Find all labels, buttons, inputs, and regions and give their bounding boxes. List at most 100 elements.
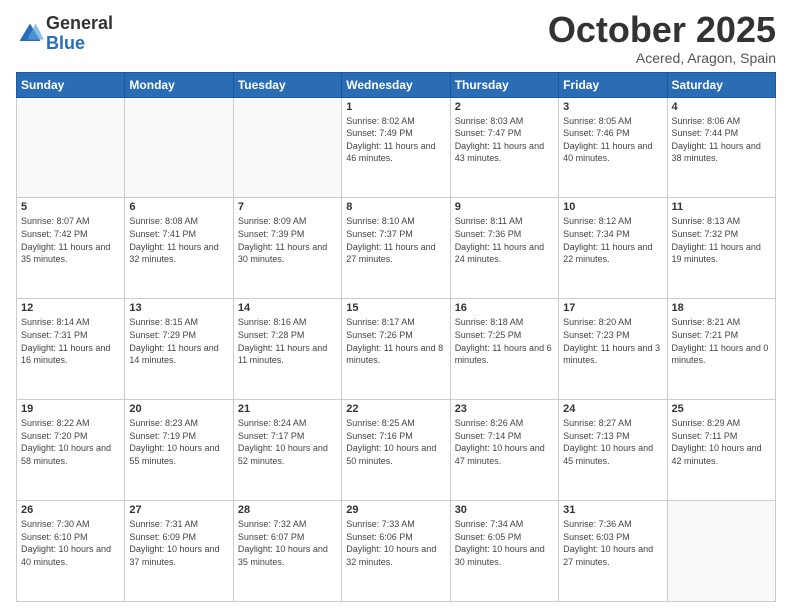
logo-general-text: General — [46, 14, 113, 34]
day-number: 26 — [21, 504, 120, 516]
table-row: 23 Sunrise: 8:26 AMSunset: 7:14 PMDayligh… — [450, 400, 558, 501]
table-row: 20Sunrise: 8:23 AMSunset: 7:19 PMDayligh… — [125, 400, 233, 501]
day-number: 1 — [346, 101, 445, 113]
table-row: 5Sunrise: 8:07 AMSunset: 7:42 PMDaylight… — [17, 198, 125, 299]
col-friday: Friday — [559, 72, 667, 97]
day-number: 30 — [455, 504, 554, 516]
day-number: 13 — [129, 302, 228, 314]
header-row: Sunday Monday Tuesday Wednesday Thursday… — [17, 72, 776, 97]
table-row: 11 Sunrise: 8:13 AMSunset: 7:32 PMDayligh… — [667, 198, 775, 299]
table-row: 8 Sunrise: 8:10 AMSunset: 7:37 PMDaylight… — [342, 198, 450, 299]
calendar-table: Sunday Monday Tuesday Wednesday Thursday… — [16, 72, 776, 602]
table-row: 28 Sunrise: 7:32 AMSunset: 6:07 PMDayligh… — [233, 501, 341, 602]
table-row: 4 Sunrise: 8:06 AMSunset: 7:44 PMDaylight… — [667, 97, 775, 198]
col-thursday: Thursday — [450, 72, 558, 97]
col-monday: Monday — [125, 72, 233, 97]
day-number: 9 — [455, 201, 554, 213]
day-number: 8 — [346, 201, 445, 213]
table-row: 2Sunrise: 8:03 AMSunset: 7:47 PMDaylight… — [450, 97, 558, 198]
day-info: Sunrise: 8:29 AMSunset: 7:11 PMDaylight:… — [672, 417, 771, 467]
day-number: 14 — [238, 302, 337, 314]
day-info: Sunrise: 8:06 AMSunset: 7:44 PMDaylight:… — [672, 115, 771, 165]
day-info: Sunrise: 8:09 AMSunset: 7:39 PMDaylight:… — [238, 215, 337, 265]
day-number: 28 — [238, 504, 337, 516]
table-row: 6Sunrise: 8:08 AMSunset: 7:41 PMDaylight… — [125, 198, 233, 299]
day-info: Sunrise: 8:08 AMSunset: 7:41 PMDaylight:… — [129, 215, 228, 265]
day-info: Sunrise: 8:27 AMSunset: 7:13 PMDaylight:… — [563, 417, 662, 467]
day-info: Sunrise: 7:30 AMSunset: 6:10 PMDaylight:… — [21, 518, 120, 568]
table-row: 17 Sunrise: 8:20 AMSunset: 7:23 PMDayligh… — [559, 299, 667, 400]
day-number: 31 — [563, 504, 662, 516]
table-row: 19 Sunrise: 8:22 AMSunset: 7:20 PMDayligh… — [17, 400, 125, 501]
day-info: Sunrise: 8:03 AMSunset: 7:47 PMDaylight:… — [455, 115, 554, 165]
day-number: 20 — [129, 403, 228, 415]
table-row: 10 Sunrise: 8:12 AMSunset: 7:34 PMDayligh… — [559, 198, 667, 299]
day-info: Sunrise: 8:14 AMSunset: 7:31 PMDaylight:… — [21, 316, 120, 366]
table-row — [667, 501, 775, 602]
calendar-header: Sunday Monday Tuesday Wednesday Thursday… — [17, 72, 776, 97]
day-info: Sunrise: 8:26 AMSunset: 7:14 PMDaylight:… — [455, 417, 554, 467]
table-row: 31 Sunrise: 7:36 AMSunset: 6:03 PMDayligh… — [559, 501, 667, 602]
table-row: 3Sunrise: 8:05 AMSunset: 7:46 PMDaylight… — [559, 97, 667, 198]
day-info: Sunrise: 8:21 AMSunset: 7:21 PMDaylight:… — [672, 316, 771, 366]
day-info: Sunrise: 8:16 AMSunset: 7:28 PMDaylight:… — [238, 316, 337, 366]
table-row: 30 Sunrise: 7:34 AMSunset: 6:05 PMDayligh… — [450, 501, 558, 602]
day-number: 7 — [238, 201, 337, 213]
day-info: Sunrise: 8:22 AMSunset: 7:20 PMDaylight:… — [21, 417, 120, 467]
day-number: 11 — [672, 201, 771, 213]
day-number: 18 — [672, 302, 771, 314]
table-row — [125, 97, 233, 198]
day-info: Sunrise: 8:20 AMSunset: 7:23 PMDaylight:… — [563, 316, 662, 366]
day-number: 15 — [346, 302, 445, 314]
day-number: 22 — [346, 403, 445, 415]
day-info: Sunrise: 8:10 AMSunset: 7:37 PMDaylight:… — [346, 215, 445, 265]
day-number: 12 — [21, 302, 120, 314]
col-sunday: Sunday — [17, 72, 125, 97]
table-row: 27 Sunrise: 7:31 AMSunset: 6:09 PMDayligh… — [125, 501, 233, 602]
table-row: 29Sunrise: 7:33 AMSunset: 6:06 PMDayligh… — [342, 501, 450, 602]
day-info: Sunrise: 7:31 AMSunset: 6:09 PMDaylight:… — [129, 518, 228, 568]
day-info: Sunrise: 7:32 AMSunset: 6:07 PMDaylight:… — [238, 518, 337, 568]
day-info: Sunrise: 8:24 AMSunset: 7:17 PMDaylight:… — [238, 417, 337, 467]
day-info: Sunrise: 8:17 AMSunset: 7:26 PMDaylight:… — [346, 316, 445, 366]
day-number: 21 — [238, 403, 337, 415]
col-saturday: Saturday — [667, 72, 775, 97]
table-row: 14 Sunrise: 8:16 AMSunset: 7:28 PMDayligh… — [233, 299, 341, 400]
table-row: 24Sunrise: 8:27 AMSunset: 7:13 PMDayligh… — [559, 400, 667, 501]
day-number: 23 — [455, 403, 554, 415]
title-block: October 2025 Acered, Aragon, Spain — [548, 10, 776, 66]
day-number: 19 — [21, 403, 120, 415]
header: General Blue October 2025 Acered, Aragon… — [16, 10, 776, 66]
day-info: Sunrise: 7:34 AMSunset: 6:05 PMDaylight:… — [455, 518, 554, 568]
logo: General Blue — [16, 14, 113, 54]
col-wednesday: Wednesday — [342, 72, 450, 97]
logo-icon — [16, 20, 44, 48]
logo-text: General Blue — [46, 14, 113, 54]
day-info: Sunrise: 8:02 AMSunset: 7:49 PMDaylight:… — [346, 115, 445, 165]
page: General Blue October 2025 Acered, Aragon… — [0, 0, 792, 612]
day-info: Sunrise: 8:13 AMSunset: 7:32 PMDaylight:… — [672, 215, 771, 265]
day-number: 10 — [563, 201, 662, 213]
day-number: 27 — [129, 504, 228, 516]
calendar-body: 1 Sunrise: 8:02 AMSunset: 7:49 PMDaylight… — [17, 97, 776, 601]
table-row: 16Sunrise: 8:18 AMSunset: 7:25 PMDayligh… — [450, 299, 558, 400]
day-info: Sunrise: 8:05 AMSunset: 7:46 PMDaylight:… — [563, 115, 662, 165]
table-row — [233, 97, 341, 198]
day-number: 25 — [672, 403, 771, 415]
day-info: Sunrise: 8:18 AMSunset: 7:25 PMDaylight:… — [455, 316, 554, 366]
table-row: 1 Sunrise: 8:02 AMSunset: 7:49 PMDaylight… — [342, 97, 450, 198]
table-row: 12 Sunrise: 8:14 AMSunset: 7:31 PMDayligh… — [17, 299, 125, 400]
day-info: Sunrise: 8:07 AMSunset: 7:42 PMDaylight:… — [21, 215, 120, 265]
table-row: 25 Sunrise: 8:29 AMSunset: 7:11 PMDayligh… — [667, 400, 775, 501]
day-info: Sunrise: 8:12 AMSunset: 7:34 PMDaylight:… — [563, 215, 662, 265]
day-info: Sunrise: 7:33 AMSunset: 6:06 PMDaylight:… — [346, 518, 445, 568]
location: Acered, Aragon, Spain — [548, 50, 776, 66]
day-number: 17 — [563, 302, 662, 314]
table-row: 22Sunrise: 8:25 AMSunset: 7:16 PMDayligh… — [342, 400, 450, 501]
table-row: 7 Sunrise: 8:09 AMSunset: 7:39 PMDaylight… — [233, 198, 341, 299]
table-row: 18 Sunrise: 8:21 AMSunset: 7:21 PMDayligh… — [667, 299, 775, 400]
day-info: Sunrise: 7:36 AMSunset: 6:03 PMDaylight:… — [563, 518, 662, 568]
day-number: 4 — [672, 101, 771, 113]
table-row: 21 Sunrise: 8:24 AMSunset: 7:17 PMDayligh… — [233, 400, 341, 501]
month-title: October 2025 — [548, 10, 776, 50]
